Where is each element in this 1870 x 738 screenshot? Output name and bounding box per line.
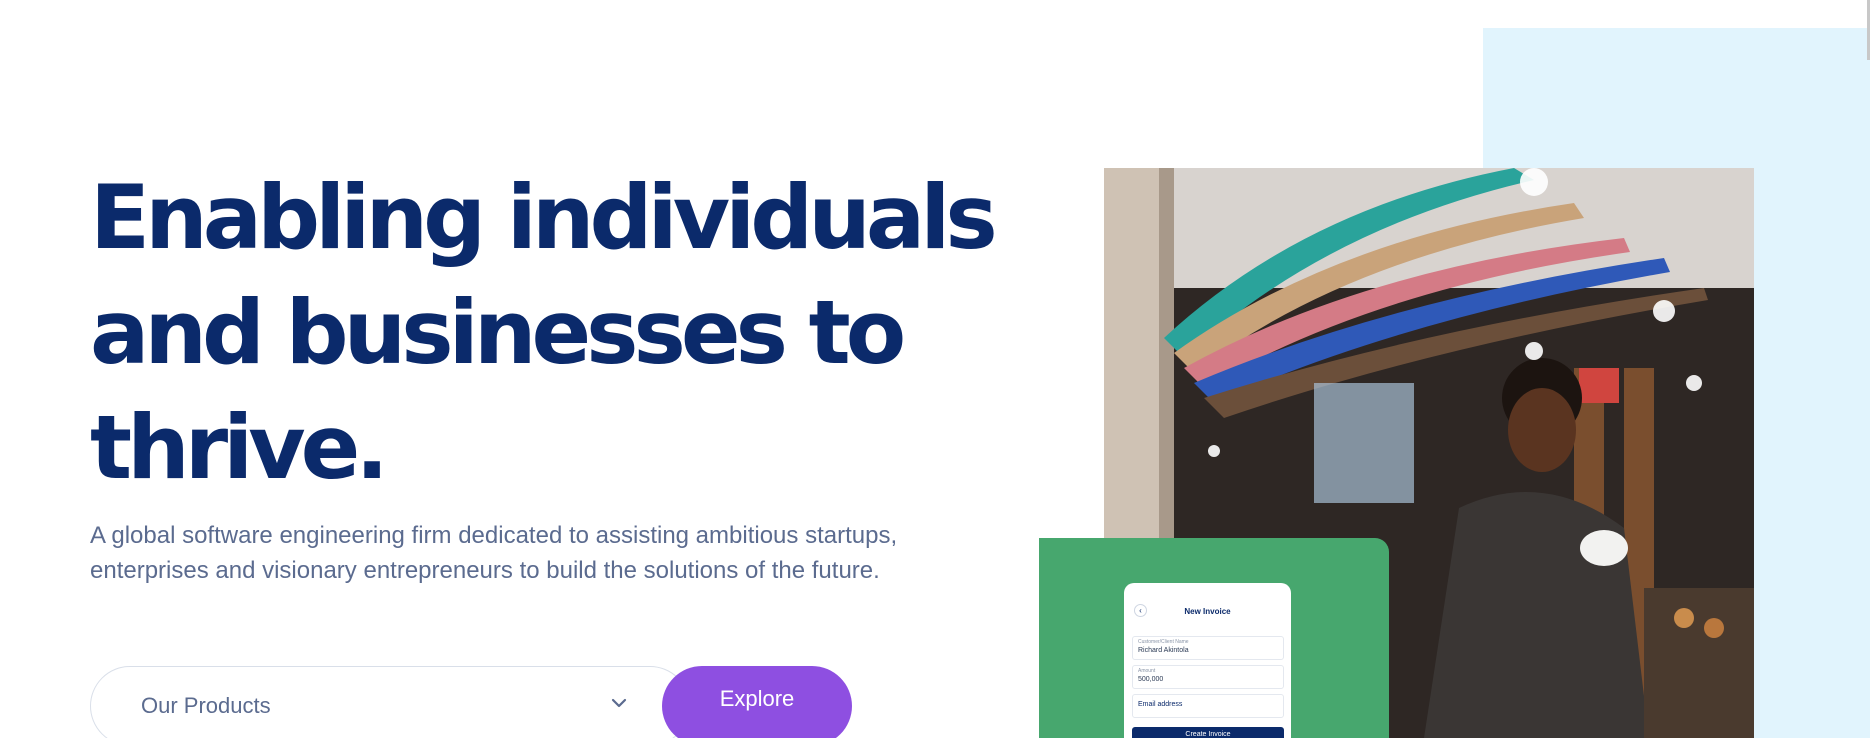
subtitle-line: enterprises and visionary entrepreneurs … <box>90 557 880 584</box>
email-field: Email address <box>1132 694 1284 718</box>
headline-line: thrive. <box>90 396 389 499</box>
field-value: Richard Akintola <box>1138 647 1189 654</box>
amount-field: Amount 500,000 <box>1132 665 1284 689</box>
create-invoice-button: Create Invoice <box>1132 727 1284 738</box>
chevron-down-icon <box>611 698 627 708</box>
products-dropdown[interactable]: Our Products <box>90 666 690 738</box>
headline-line: Enabling individuals <box>90 166 998 269</box>
hero-subtitle: A global software engineering firm dedic… <box>90 518 940 588</box>
invoice-mockup: ‹ New Invoice Customer/Client Name Richa… <box>1124 583 1291 738</box>
customer-name-field: Customer/Client Name Richard Akintola <box>1132 636 1284 660</box>
field-placeholder: Email address <box>1138 701 1183 708</box>
explore-button[interactable]: Explore <box>662 666 852 738</box>
hero-headline: Enabling individuals and businesses to t… <box>90 160 998 505</box>
hero-section: Enabling individuals and businesses to t… <box>90 160 998 505</box>
product-selector-row: Our Products Explore <box>90 666 852 738</box>
products-dropdown-value: Our Products <box>141 693 271 718</box>
headline-line: and businesses to <box>90 281 906 384</box>
field-value: 500,000 <box>1138 676 1164 683</box>
field-label: Amount <box>1138 668 1156 674</box>
field-label: Customer/Client Name <box>1138 639 1189 645</box>
invoice-title: New Invoice <box>1184 607 1231 616</box>
subtitle-line: A global software engineering firm dedic… <box>90 522 898 549</box>
